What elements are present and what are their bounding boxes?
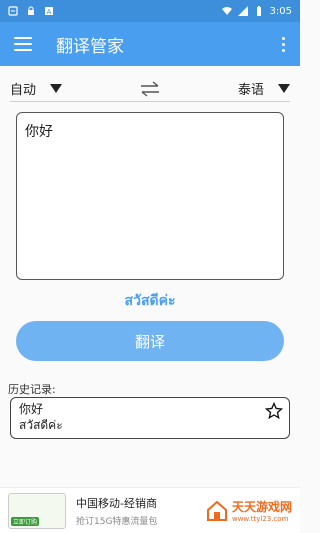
- site-url: www.ttyl23.com: [231, 515, 289, 523]
- lock-icon: [28, 6, 34, 15]
- battery-icon: [256, 6, 261, 16]
- history-source-text: 你好: [19, 402, 44, 416]
- dropdown-arrow-icon: [50, 84, 63, 93]
- target-language-select[interactable]: 泰语: [238, 79, 290, 98]
- dropdown-arrow-icon: [278, 84, 290, 93]
- svg-text:A: A: [47, 8, 52, 16]
- ad-thumbnail: 立即订购: [8, 492, 66, 529]
- more-options-icon[interactable]: [282, 36, 286, 52]
- wifi-icon: [221, 7, 232, 15]
- menu-icon[interactable]: [14, 37, 32, 51]
- history-item[interactable]: 你好 สวัสดีค่ะ: [10, 397, 290, 439]
- app-bar: 翻译管家: [0, 22, 300, 66]
- ad-thumb-badge: 立即订购: [11, 516, 40, 526]
- translation-result: สวัสดีค่ะ: [124, 293, 176, 309]
- source-text: 你好: [25, 124, 53, 140]
- translate-button-label: 翻译: [134, 332, 165, 351]
- source-text-input[interactable]: 你好: [16, 112, 284, 280]
- status-time: 3:05: [269, 5, 292, 17]
- source-language-select[interactable]: 自动: [10, 79, 63, 98]
- swap-languages-icon[interactable]: [138, 79, 162, 99]
- source-language-label: 自动: [10, 83, 37, 98]
- history-label: 历史记录:: [8, 383, 56, 396]
- history-translation-text: สวัสดีค่ะ: [19, 418, 63, 432]
- favorite-star-icon[interactable]: [265, 402, 283, 420]
- status-bar: A 3:05: [0, 0, 300, 22]
- ad-title: 中国移动-经销商: [76, 496, 157, 510]
- ad-subtitle: 抢订15G特惠流量包: [76, 516, 158, 527]
- target-language-label: 泰语: [237, 83, 264, 98]
- signal-icon: [237, 6, 248, 16]
- app-notification-icon: A: [45, 7, 53, 16]
- site-logo: 天天游戏网 www.ttyl23.com: [206, 498, 292, 523]
- house-logo-icon: [206, 500, 227, 521]
- translate-button[interactable]: 翻译: [16, 321, 284, 361]
- app-title: 翻译管家: [56, 36, 124, 57]
- notification-icon: [8, 6, 18, 16]
- ad-banner[interactable]: 立即订购 中国移动-经销商 抢订15G特惠流量包 天天游戏网 www.ttyl2…: [0, 487, 300, 533]
- site-name: 天天游戏网: [231, 500, 292, 514]
- language-bar: 自动 泰语: [10, 76, 290, 102]
